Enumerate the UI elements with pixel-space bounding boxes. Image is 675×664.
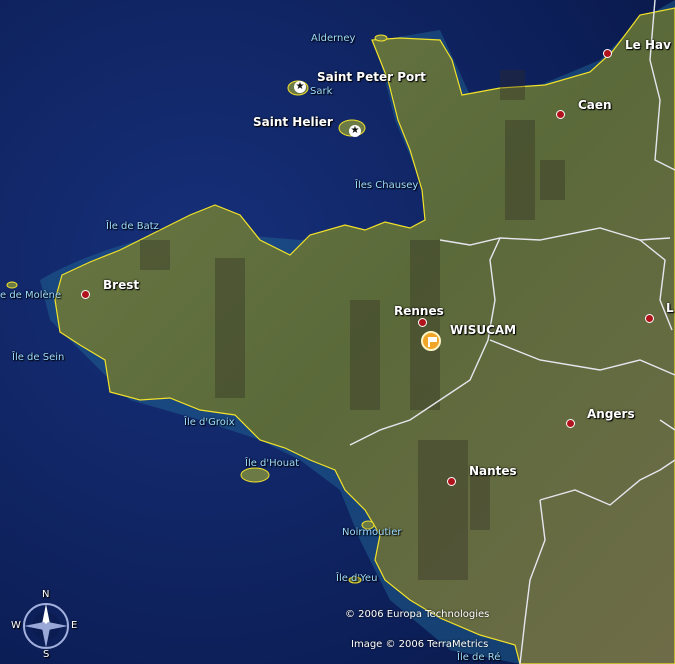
saint-peter-port-star-icon[interactable]: ★	[294, 81, 306, 93]
label-ile-de-houat: Île d'Houat	[245, 458, 300, 469]
compass-e: E	[71, 620, 78, 631]
label-angers: Angers	[587, 407, 635, 421]
le-havre-dot[interactable]	[603, 49, 612, 58]
saint-helier-star-icon[interactable]: ★	[349, 125, 361, 137]
label-ile-d-yeu: Île d'Yeu	[336, 573, 378, 584]
label-saint-helier: Saint Helier	[253, 115, 333, 129]
label-iles-chausey: Îles Chausey	[355, 180, 419, 191]
label-brest: Brest	[103, 278, 140, 292]
label-noirmoutier: Noirmoutier	[342, 527, 402, 538]
nantes-dot[interactable]	[447, 477, 456, 486]
laval-dot[interactable]	[645, 314, 654, 323]
brest-dot[interactable]	[81, 290, 90, 299]
label-ile-de-sein: Île de Sein	[12, 352, 65, 363]
label-wisucam[interactable]: WISUCAM	[450, 324, 516, 336]
credit-terrametrics: Image © 2006 TerraMetrics	[351, 639, 489, 650]
caen-dot[interactable]	[556, 110, 565, 119]
compass-rose[interactable]: N S E W	[8, 590, 84, 662]
label-ile-de-batz: Île de Batz	[106, 221, 159, 232]
label-saint-peter-port: Saint Peter Port	[317, 70, 426, 84]
label-caen: Caen	[578, 98, 612, 112]
label-alderney: Alderney	[311, 33, 356, 44]
label-nantes: Nantes	[469, 464, 517, 478]
label-le-havre: Le Hav	[625, 38, 671, 52]
credit-europa: © 2006 Europa Technologies	[345, 609, 490, 620]
rennes-dot[interactable]	[418, 318, 427, 327]
label-laval: L	[666, 301, 674, 315]
map-view[interactable]: ★ ★ Alderney Saint Peter Port Sark Saint…	[0, 0, 675, 664]
angers-dot[interactable]	[566, 419, 575, 428]
label-sark: Sark	[310, 86, 333, 97]
satellite-imagery	[0, 0, 675, 664]
wisucam-placemark-flag-icon[interactable]	[421, 331, 441, 351]
label-ile-de-molene: e de Molène	[0, 290, 62, 301]
compass-s: S	[43, 649, 50, 660]
compass-n: N	[42, 589, 50, 600]
label-ile-de-groix: Île d'Groix	[184, 417, 235, 428]
label-rennes: Rennes	[394, 304, 444, 318]
compass-w: W	[11, 620, 21, 631]
label-ile-de-re: Île de Ré	[457, 652, 501, 663]
